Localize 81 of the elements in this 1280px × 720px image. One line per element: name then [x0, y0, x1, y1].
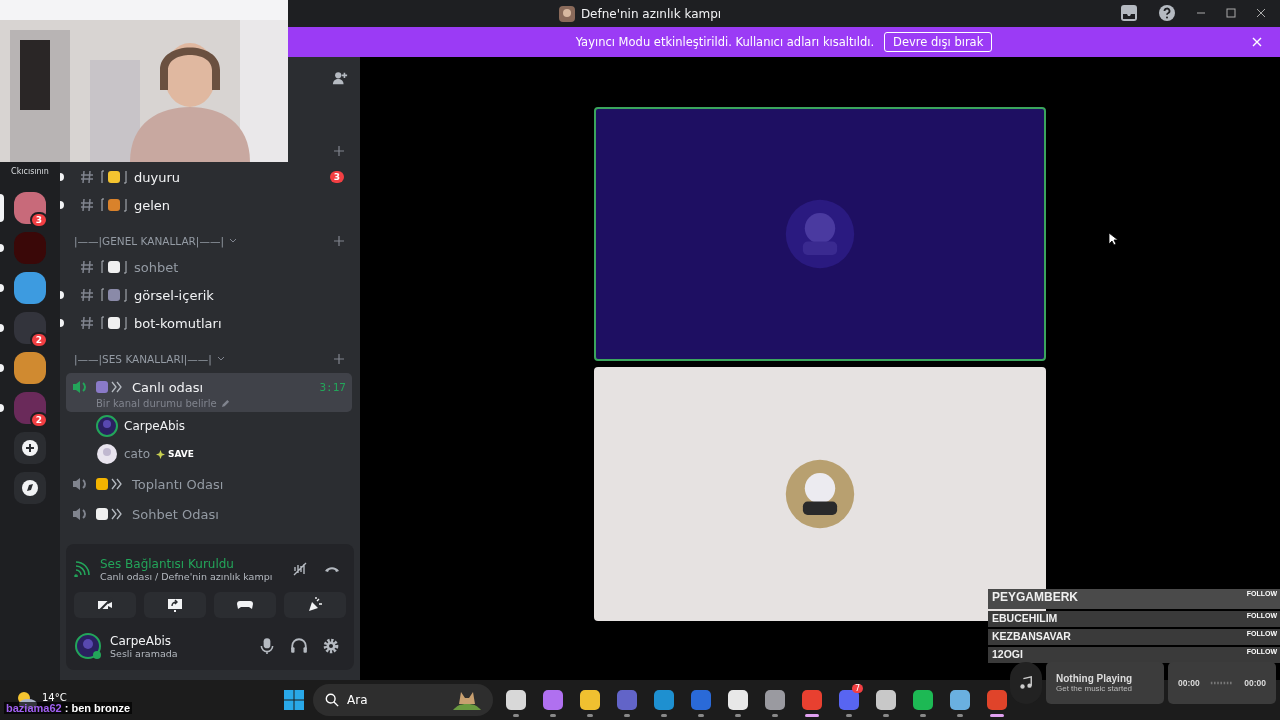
- add-server-icon[interactable]: [14, 432, 46, 464]
- hash-icon: [80, 198, 94, 212]
- text-channel[interactable]: görsel-içerik: [66, 281, 352, 309]
- voice-channel[interactable]: Sohbet Odası: [66, 500, 352, 528]
- banner-message: Yayıncı Modu etkinleştirildi. Kullanıcı adları kısaltıldı.: [575, 35, 875, 49]
- add-member-icon[interactable]: [332, 70, 348, 86]
- category-header[interactable]: |——|SES KANALLARI|——|: [74, 353, 212, 365]
- window-title: Defne'nin azınlık kampı: [580, 6, 722, 21]
- voice-channel[interactable]: Toplantı Odası: [66, 470, 352, 498]
- clan-tag: SAVE: [156, 449, 194, 459]
- notification-badge: 7: [851, 684, 863, 693]
- voice-channel[interactable]: Canlı odası 3:17 Bir kanal durumu belirle: [66, 373, 352, 412]
- search-field[interactable]: Ara: [345, 692, 429, 708]
- compass-icon[interactable]: [14, 472, 46, 504]
- headphones-icon[interactable]: [290, 637, 308, 655]
- temperature: 14°C: [42, 692, 67, 703]
- microphone-icon[interactable]: [258, 637, 276, 655]
- chat-message: baziama62 : ben bronze: [4, 702, 133, 714]
- voice-member[interactable]: CarpeAbis: [66, 412, 352, 440]
- camera-off-button[interactable]: [74, 592, 136, 618]
- user-avatar-icon: [74, 632, 102, 660]
- sparkle-icon: [156, 449, 165, 459]
- mention-badge: 3: [329, 171, 344, 183]
- inbox-icon[interactable]: [1120, 4, 1138, 22]
- connection-detail: Canlı odası / Defne'nin azınlık kampı: [100, 570, 274, 582]
- channel-status-hint: Bir kanal durumu belirle: [96, 398, 217, 409]
- windows-start-icon[interactable]: [284, 690, 304, 710]
- user-status: Sesli aramada: [110, 647, 179, 659]
- server-icon[interactable]: [14, 272, 46, 304]
- connection-status: Ses Bağlantısı Kuruldu: [100, 556, 235, 571]
- server-icon[interactable]: [14, 352, 46, 384]
- maximize-icon[interactable]: [1226, 8, 1236, 18]
- settings-icon[interactable]: [322, 637, 340, 655]
- help-icon[interactable]: [1158, 4, 1176, 22]
- track-title: Nothing Playing: [1056, 673, 1134, 684]
- follower-name: 12OGI: [992, 648, 1023, 660]
- disable-button[interactable]: Devre dışı bırak: [884, 32, 993, 52]
- follower-name: EBUCEHILIM: [992, 612, 1058, 624]
- voice-member[interactable]: cato SAVE: [66, 440, 352, 468]
- music-note-icon: [1019, 676, 1033, 690]
- speaker-icon: [72, 379, 88, 395]
- hash-icon: [80, 288, 94, 302]
- soundboard-button[interactable]: [284, 592, 346, 618]
- follower-name: KEZBANSAVAR: [992, 630, 1071, 642]
- mouse-cursor-icon: [1108, 232, 1118, 246]
- text-channel[interactable]: gelen: [66, 191, 352, 219]
- follower-name: PEYGAMBERK: [992, 590, 1078, 604]
- add-channel-icon[interactable]: [334, 236, 344, 246]
- elapsed-time: 00:00: [1178, 678, 1200, 688]
- server-icon[interactable]: [14, 392, 46, 424]
- noise-suppression-icon[interactable]: [292, 561, 308, 577]
- hash-icon: [80, 170, 94, 184]
- server-avatar-icon: [558, 5, 575, 22]
- text-channel[interactable]: duyuru 3: [66, 163, 352, 191]
- text-channel[interactable]: sohbet: [66, 253, 352, 281]
- speaker-icon: [72, 506, 88, 522]
- add-channel-icon[interactable]: [334, 146, 344, 156]
- track-subtitle: Get the music started: [1056, 684, 1134, 693]
- category-header[interactable]: |——|GENEL KANALLAR|——|: [74, 235, 224, 247]
- add-channel-icon[interactable]: [334, 354, 344, 364]
- search-bar[interactable]: Ara: [313, 684, 493, 716]
- call-timer: 3:17: [319, 380, 346, 394]
- pencil-icon: [220, 399, 230, 408]
- server-icon[interactable]: [14, 192, 46, 224]
- speaker-icon: [72, 476, 88, 492]
- username: CarpeAbis: [110, 633, 173, 648]
- hash-icon: [80, 260, 94, 274]
- server-icon[interactable]: [14, 312, 46, 344]
- search-icon: [325, 693, 339, 707]
- text-channel[interactable]: bot-komutları: [66, 309, 352, 337]
- video-tile[interactable]: [594, 106, 1046, 361]
- party-popper-icon: [307, 597, 323, 613]
- progress-dots-icon: [1210, 681, 1234, 685]
- server-folder-label: Ckıcısının: [11, 167, 49, 176]
- screen-share-icon: [167, 597, 183, 613]
- screen-share-button[interactable]: [144, 592, 206, 618]
- close-icon[interactable]: [1256, 8, 1266, 18]
- hash-icon: [80, 316, 94, 330]
- signal-icon: [74, 561, 90, 577]
- total-time: 00:00: [1244, 678, 1266, 688]
- activity-button[interactable]: [214, 592, 276, 618]
